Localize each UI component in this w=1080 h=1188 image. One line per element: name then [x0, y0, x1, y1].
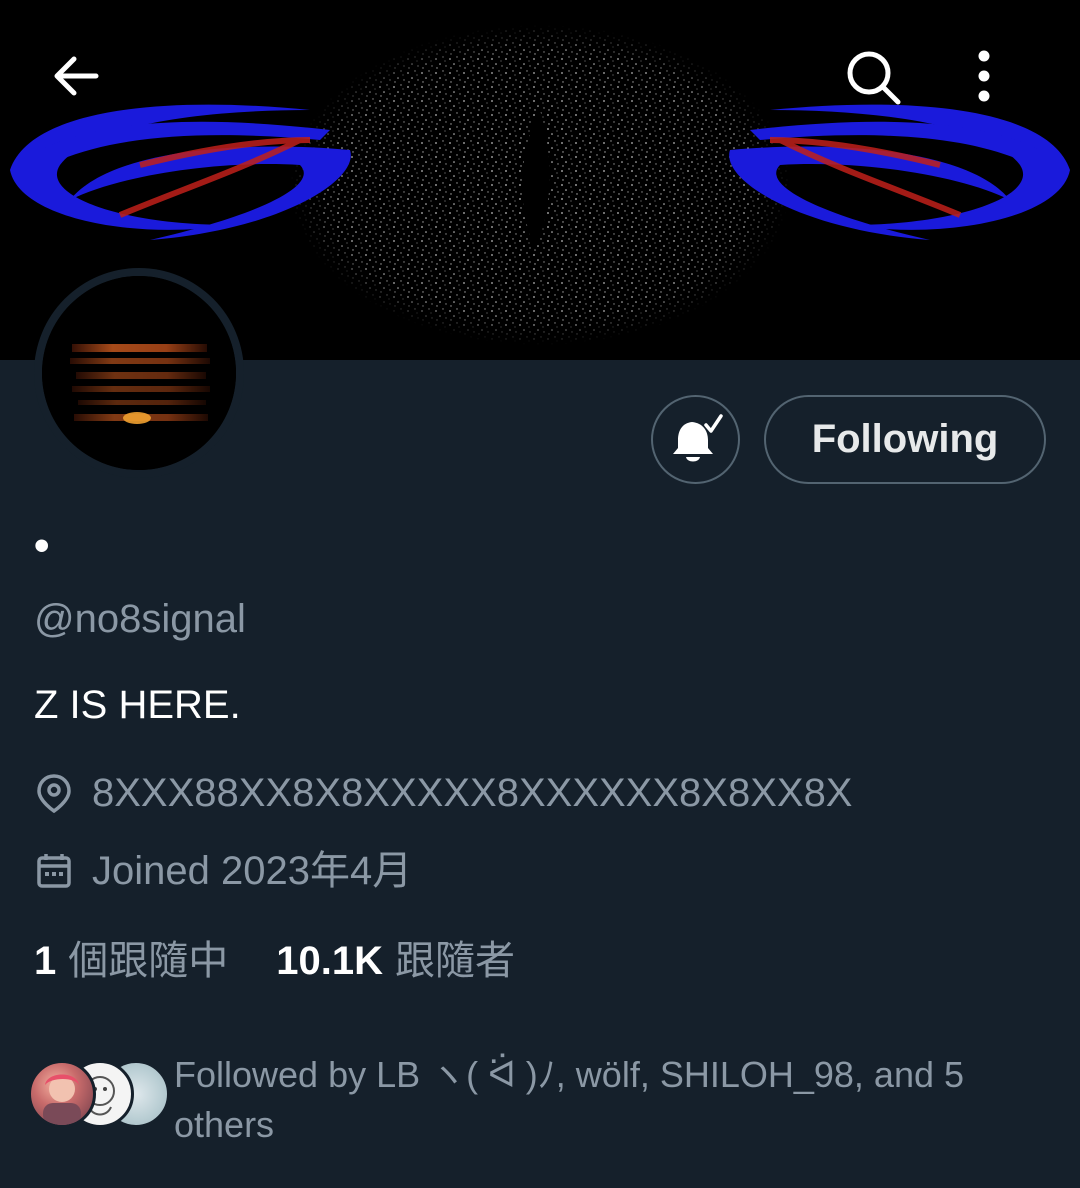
back-button[interactable] — [48, 48, 112, 112]
location-text: 8XXX88XX8X8XXXXX8XXXXXX8X8XX8X — [92, 771, 853, 815]
followers-count-link[interactable]: 10.1K 跟隨者 — [276, 936, 515, 986]
following-count-link[interactable]: 1 個跟隨中 — [34, 936, 228, 986]
following-label: 個跟隨中 — [68, 939, 229, 983]
profile-bio: Z IS HERE. — [34, 683, 241, 727]
profile-location: 8XXX88XX8X8XXXXX8XXXXXX8X8XX8X — [34, 768, 853, 818]
following-count: 1 — [34, 939, 57, 983]
profile-handle: @no8signal — [34, 597, 246, 641]
followers-count: 10.1K — [276, 939, 383, 983]
following-button[interactable]: Following — [764, 395, 1046, 484]
bell-check-icon — [672, 413, 723, 461]
followed-by-text: Followed by LB ヽ( ᐛ )ﾉ, wölf, SHILOH_98,… — [174, 1054, 965, 1145]
profile-stats: 1 個跟隨中 10.1K 跟隨者 — [34, 936, 563, 986]
more-vertical-icon — [978, 50, 990, 102]
calendar-icon — [34, 851, 74, 891]
followed-by-section[interactable]: Followed by LB ヽ( ᐛ )ﾉ, wölf, SHILOH_98,… — [28, 1050, 1068, 1150]
avatar-image — [42, 276, 236, 470]
profile-page: Following • @no8signal Z IS HERE. 8XXX88… — [0, 0, 1080, 1188]
search-button[interactable] — [842, 46, 906, 110]
profile-avatar[interactable] — [34, 268, 244, 478]
notifications-toggle-button[interactable] — [651, 395, 740, 484]
arrow-left-icon — [54, 56, 99, 96]
joined-text: Joined 2023年4月 — [92, 849, 413, 893]
profile-joined-date: Joined 2023年4月 — [34, 846, 412, 896]
location-pin-icon — [34, 773, 74, 813]
avatar-artwork — [42, 276, 236, 470]
search-icon — [847, 51, 901, 105]
followers-label: 跟隨者 — [395, 939, 515, 983]
display-name: • — [34, 521, 50, 570]
follower-avatar — [28, 1060, 96, 1128]
more-options-button[interactable] — [974, 46, 1038, 110]
